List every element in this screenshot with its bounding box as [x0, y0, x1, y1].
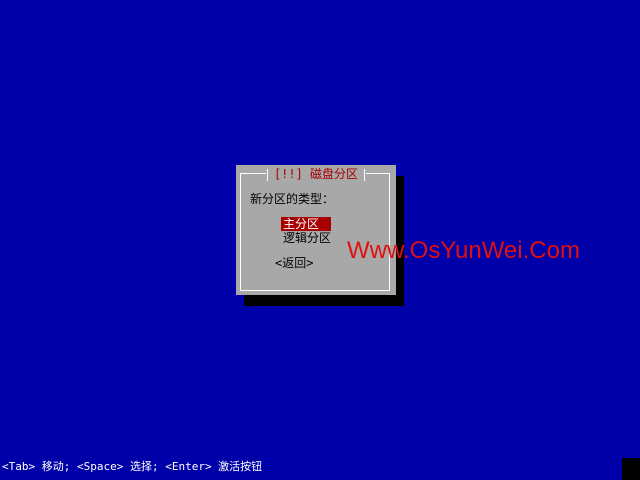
dialog-title-text: [!!] 磁盘分区 — [273, 167, 359, 181]
option-logical-partition[interactable]: 逻辑分区 — [281, 231, 333, 245]
partition-dialog: [!!] 磁盘分区 新分区的类型： 主分区 逻辑分区 <返回> — [236, 165, 396, 295]
watermark: Www.OsYunWei.Com — [347, 237, 580, 264]
keyboard-help-bar: <Tab> 移动; <Space> 选择; <Enter> 激活按钮 — [2, 460, 263, 473]
back-button[interactable]: <返回> — [275, 255, 313, 271]
title-divider-left — [266, 168, 268, 181]
corner-block — [622, 458, 640, 480]
dialog-title: [!!] 磁盘分区 — [266, 166, 366, 182]
bottom-strip — [0, 474, 640, 480]
option-primary-partition[interactable]: 主分区 — [281, 217, 331, 231]
installer-screen: [!!] 磁盘分区 新分区的类型： 主分区 逻辑分区 <返回> Www.OsYu… — [0, 0, 640, 480]
partition-type-prompt: 新分区的类型： — [250, 192, 335, 206]
title-divider-right — [364, 168, 366, 181]
